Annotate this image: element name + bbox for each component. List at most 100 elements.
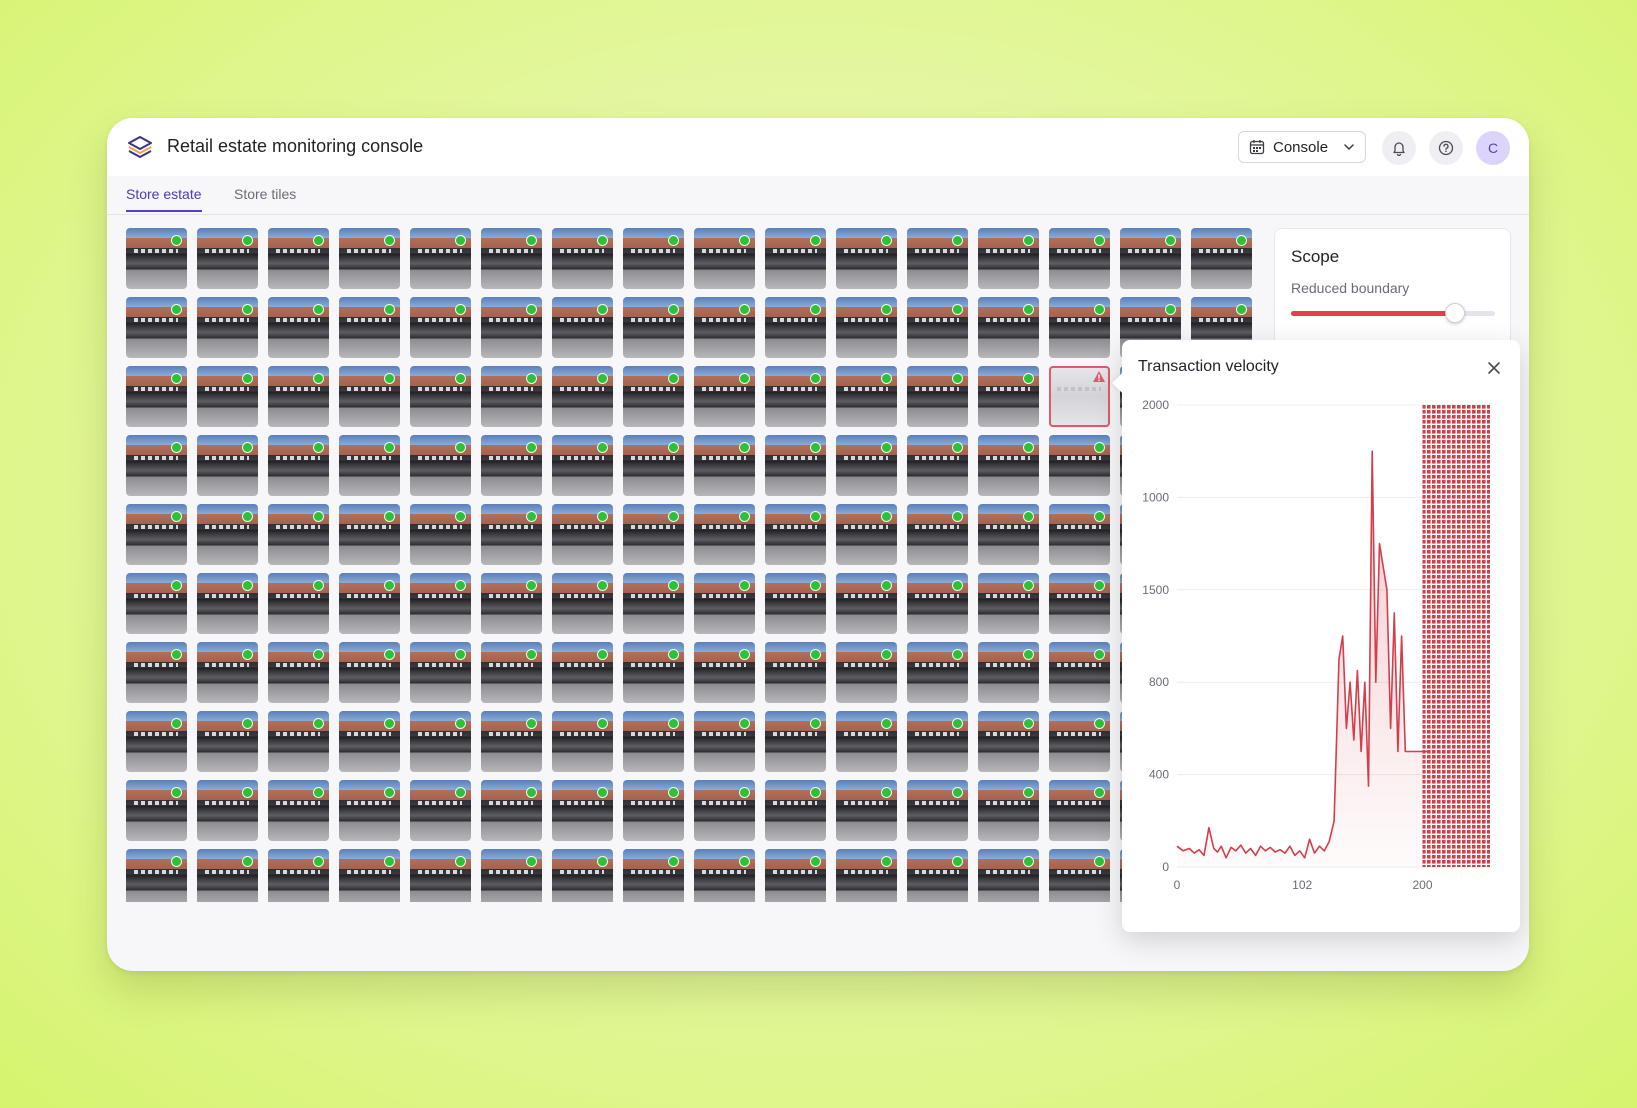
store-tile[interactable]	[623, 297, 684, 358]
store-tile[interactable]	[1049, 711, 1110, 772]
store-tile[interactable]	[836, 711, 897, 772]
store-tile[interactable]	[552, 711, 613, 772]
store-tile[interactable]	[126, 435, 187, 496]
store-tile[interactable]	[765, 642, 826, 703]
store-tile[interactable]	[907, 504, 968, 565]
store-tile[interactable]	[268, 504, 329, 565]
store-tile[interactable]	[126, 849, 187, 902]
store-tile[interactable]	[410, 642, 471, 703]
store-tile[interactable]	[481, 435, 542, 496]
store-tile[interactable]	[1049, 228, 1110, 289]
store-tile[interactable]	[765, 711, 826, 772]
store-tile[interactable]	[339, 366, 400, 427]
store-tile[interactable]	[694, 642, 755, 703]
store-tile[interactable]	[552, 780, 613, 841]
store-tile[interactable]	[552, 366, 613, 427]
store-tile[interactable]	[410, 297, 471, 358]
store-tile[interactable]	[836, 228, 897, 289]
store-tile[interactable]	[978, 297, 1039, 358]
store-tile[interactable]	[552, 849, 613, 902]
store-tile[interactable]	[765, 504, 826, 565]
store-tile[interactable]	[126, 573, 187, 634]
store-tile[interactable]	[694, 504, 755, 565]
store-tile[interactable]	[978, 504, 1039, 565]
store-tile[interactable]	[978, 573, 1039, 634]
store-tile[interactable]	[552, 435, 613, 496]
store-tile[interactable]	[694, 573, 755, 634]
store-tile[interactable]	[126, 366, 187, 427]
store-tile[interactable]	[197, 228, 258, 289]
store-tile[interactable]	[268, 366, 329, 427]
store-tile[interactable]	[197, 366, 258, 427]
store-tile[interactable]	[197, 642, 258, 703]
console-dropdown[interactable]: Console	[1238, 131, 1366, 163]
store-tile[interactable]	[694, 435, 755, 496]
store-tile[interactable]	[623, 366, 684, 427]
store-tile[interactable]	[836, 297, 897, 358]
store-tile[interactable]	[410, 228, 471, 289]
store-tile[interactable]	[907, 366, 968, 427]
store-tile[interactable]	[907, 435, 968, 496]
store-tile[interactable]	[339, 297, 400, 358]
store-tile[interactable]	[410, 849, 471, 902]
store-tile[interactable]	[694, 849, 755, 902]
store-tile[interactable]	[268, 849, 329, 902]
store-tile[interactable]	[765, 366, 826, 427]
store-tile[interactable]	[765, 849, 826, 902]
store-tile[interactable]	[339, 642, 400, 703]
store-tile[interactable]	[694, 366, 755, 427]
store-tile[interactable]	[1049, 435, 1110, 496]
store-tile[interactable]	[1049, 849, 1110, 902]
store-tile[interactable]	[268, 435, 329, 496]
store-tile[interactable]	[197, 849, 258, 902]
store-tile[interactable]	[907, 297, 968, 358]
store-tile[interactable]	[694, 228, 755, 289]
avatar[interactable]: C	[1476, 131, 1510, 165]
help-button[interactable]	[1429, 131, 1463, 165]
store-tile[interactable]	[481, 711, 542, 772]
store-tile[interactable]	[623, 711, 684, 772]
store-tile[interactable]	[836, 849, 897, 902]
store-tile[interactable]	[268, 228, 329, 289]
store-tile[interactable]	[978, 366, 1039, 427]
store-tile[interactable]	[907, 780, 968, 841]
store-tile[interactable]	[623, 573, 684, 634]
store-tile[interactable]	[623, 228, 684, 289]
store-tile[interactable]	[197, 297, 258, 358]
store-tile[interactable]	[1049, 573, 1110, 634]
store-tile[interactable]	[1049, 780, 1110, 841]
store-tile[interactable]	[481, 297, 542, 358]
store-tile[interactable]	[907, 849, 968, 902]
tab-store-tiles[interactable]: Store tiles	[234, 186, 296, 210]
store-tile[interactable]	[1049, 297, 1110, 358]
store-tile[interactable]	[552, 228, 613, 289]
store-tile[interactable]	[552, 573, 613, 634]
store-tile[interactable]	[481, 780, 542, 841]
store-tile[interactable]	[623, 849, 684, 902]
store-tile[interactable]	[126, 504, 187, 565]
store-tile[interactable]	[481, 366, 542, 427]
store-tile[interactable]	[978, 780, 1039, 841]
store-tile[interactable]	[481, 504, 542, 565]
store-tile[interactable]	[126, 780, 187, 841]
store-tile[interactable]	[907, 642, 968, 703]
store-tile[interactable]	[907, 573, 968, 634]
store-tile[interactable]	[623, 780, 684, 841]
store-tile[interactable]	[1120, 228, 1181, 289]
store-tile[interactable]	[268, 642, 329, 703]
store-tile[interactable]	[481, 573, 542, 634]
store-tile[interactable]	[410, 711, 471, 772]
store-tile[interactable]	[907, 711, 968, 772]
store-tile[interactable]	[410, 366, 471, 427]
store-tile[interactable]	[197, 504, 258, 565]
store-tile[interactable]	[836, 642, 897, 703]
store-tile[interactable]	[410, 780, 471, 841]
store-tile[interactable]	[339, 780, 400, 841]
store-tile[interactable]	[339, 849, 400, 902]
reduced-boundary-slider[interactable]	[1291, 303, 1495, 323]
store-tile[interactable]	[197, 435, 258, 496]
store-tile-alert[interactable]	[1049, 366, 1110, 427]
store-tile[interactable]	[126, 297, 187, 358]
store-tile[interactable]	[197, 573, 258, 634]
store-tile[interactable]	[339, 228, 400, 289]
